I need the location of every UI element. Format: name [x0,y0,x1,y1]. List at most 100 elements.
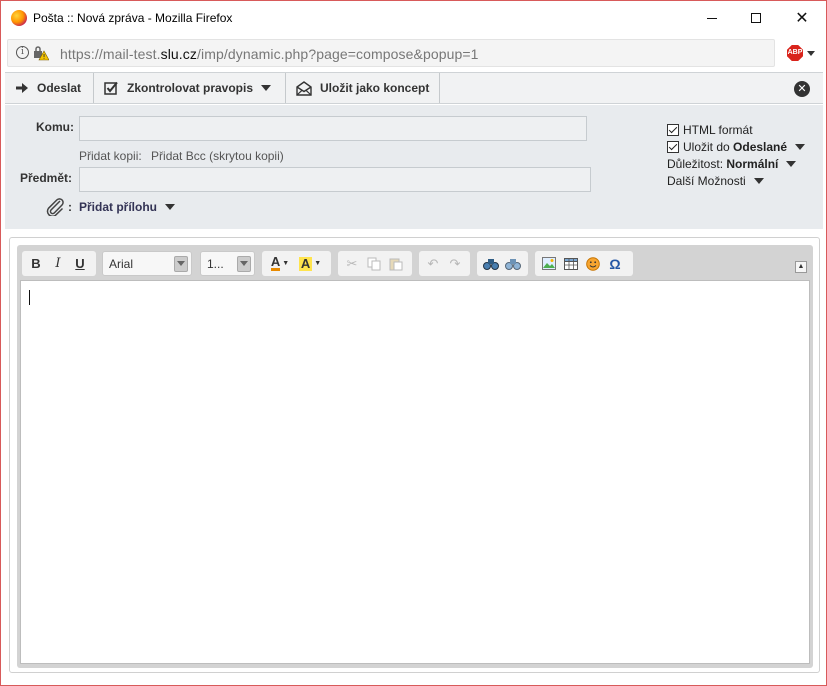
send-label: Odeslat [37,81,82,95]
chevron-down-icon [165,204,175,210]
url-domain: slu.cz [160,46,197,62]
url-prefix: https://mail-test. [60,46,161,62]
minimize-button[interactable] [689,1,735,35]
search-group [477,251,528,276]
undo-button[interactable]: ↶ [422,254,444,274]
more-options-label: Další Možnosti [667,173,746,188]
bg-color-icon: A [298,255,313,271]
chevron-down-icon[interactable] [795,143,806,150]
replace-button[interactable] [502,254,524,274]
binoculars-icon [483,258,499,270]
insert-group: Ω [535,251,633,276]
options-panel: HTML formát Uložit do Odeslané Důležitos… [667,121,806,189]
chevron-down-icon [174,255,188,272]
cc-links: Přidat kopii: Přidat Bcc (skrytou kopii) [79,149,290,163]
save-draft-label: Uložit jako koncept [320,81,430,95]
chevron-down-icon [753,177,764,184]
editor-body[interactable] [20,280,810,664]
bold-button[interactable]: B [25,254,47,274]
priority-option[interactable]: Důležitost: Normální [667,155,805,172]
close-window-button[interactable]: ✕ [779,1,825,35]
find-button[interactable] [480,254,502,274]
chevron-down-icon[interactable] [786,160,797,167]
chevron-down-icon: ▼ [282,260,290,267]
attach-colon: : [68,200,72,214]
close-compose-icon[interactable]: ✕ [794,81,810,97]
window-title: Pošta :: Nová zpráva - Mozilla Firefox [33,11,233,25]
adblock-icon[interactable]: ABP [787,45,803,61]
save-to-checkbox[interactable] [667,140,679,153]
subject-label: Předmět: [20,171,73,185]
size-select[interactable]: 1... [200,251,255,276]
copy-icon [367,257,381,270]
save-to-option[interactable]: Uložit do Odeslané [667,138,806,155]
compose-toolbar: Odeslat Zkontrolovat pravopis Uložit jak… [5,72,823,104]
text-caret [29,290,30,305]
to-input[interactable] [79,116,587,141]
font-select[interactable]: Arial [102,251,192,276]
arrow-right-icon [16,83,28,93]
editor-toolbar: B I U Arial 1... A ▼ A ▼ ✂ ↶ ↷ Ω ▲ [19,247,811,279]
add-bcc-link[interactable]: Přidat Bcc (skrytou kopii) [151,149,284,163]
rich-text-editor: B I U Arial 1... A ▼ A ▼ ✂ ↶ ↷ Ω ▲ [17,245,813,668]
redo-button[interactable]: ↷ [444,254,466,274]
cut-button[interactable]: ✂ [341,254,363,274]
add-attachment-link[interactable]: Přidat přílohu [79,200,175,214]
undo-icon: ↶ [427,255,439,271]
omega-icon: Ω [609,255,621,272]
chevron-down-icon [261,85,272,91]
spellcheck-label: Zkontrolovat pravopis [127,81,254,95]
priority-value[interactable]: Normální [726,157,778,171]
firefox-logo-icon [11,10,27,26]
smiley-icon [586,256,600,271]
bg-color-button[interactable]: A ▼ [295,254,325,274]
text-color-button[interactable]: A ▼ [265,254,295,274]
paperclip-icon [46,198,64,216]
adblock-dropdown-icon[interactable] [807,51,815,56]
redo-icon: ↷ [449,255,461,271]
lock-warning-icon[interactable] [33,45,49,61]
editor-container: B I U Arial 1... A ▼ A ▼ ✂ ↶ ↷ Ω ▲ [9,237,820,673]
copy-button[interactable] [363,254,385,274]
underline-button[interactable]: U [69,254,91,274]
binoculars-replace-icon [505,258,521,270]
chevron-down-icon: ▼ [314,260,322,267]
more-options[interactable]: Další Možnosti [667,172,805,189]
image-button[interactable] [538,254,560,274]
italic-button[interactable]: I [47,254,69,274]
size-value: 1... [207,256,224,271]
close-icon: ✕ [795,10,809,27]
table-button[interactable] [560,254,582,274]
paste-button[interactable] [385,254,407,274]
send-button[interactable]: Odeslat [5,73,94,103]
html-format-option[interactable]: HTML formát [667,121,805,138]
format-group: B I U [22,251,96,276]
subject-input[interactable] [79,167,591,192]
table-icon [564,257,578,270]
clipboard-group: ✂ [338,251,412,276]
envelope-open-icon [296,80,312,96]
save-draft-button[interactable]: Uložit jako koncept [286,73,440,103]
url-text[interactable]: https://mail-test.slu.cz/imp/dynamic.php… [60,46,479,62]
maximize-button[interactable] [733,1,779,35]
smiley-button[interactable] [582,254,604,274]
spellcheck-button[interactable]: Zkontrolovat pravopis [94,73,286,103]
scissors-icon: ✂ [346,255,358,271]
maximize-icon [751,13,761,23]
save-to-folder[interactable]: Odeslané [733,140,787,154]
text-color-icon: A [270,254,281,271]
url-suffix: /imp/dynamic.php?page=compose&popup=1 [197,46,479,62]
info-icon[interactable]: i [16,46,29,59]
collapse-toolbar-icon[interactable]: ▲ [795,261,807,273]
add-cc-link[interactable]: Přidat kopii: [79,149,142,163]
url-bar[interactable]: i https://mail-test.slu.cz/imp/dynamic.p… [7,39,775,67]
color-group: A ▼ A ▼ [262,251,331,276]
special-char-button[interactable]: Ω [604,254,626,274]
to-label: Komu: [36,120,74,134]
priority-prefix: Důležitost: [667,156,727,171]
message-headers: Komu: Přidat kopii: Přidat Bcc (skrytou … [5,105,823,229]
add-attachment-label: Přidat přílohu [79,200,157,214]
html-format-checkbox[interactable] [667,123,679,136]
save-to-prefix: Uložit do [683,139,734,154]
paste-icon [389,258,403,270]
